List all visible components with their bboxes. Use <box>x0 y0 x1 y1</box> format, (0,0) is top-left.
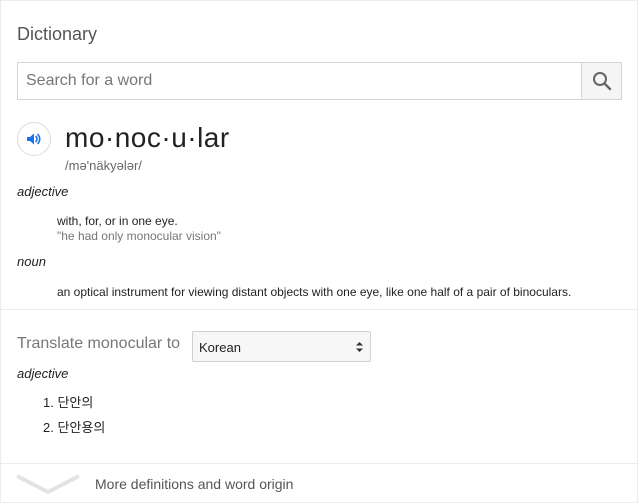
more-definitions-button[interactable]: More definitions and word origin <box>1 464 638 504</box>
language-select-value: Korean <box>199 340 241 355</box>
part-of-speech-noun: noun <box>17 254 46 269</box>
headword: mo·noc·u·lar <box>65 122 230 153</box>
phonetic-spelling: /mə'näkyələr/ <box>65 158 142 173</box>
search-button[interactable] <box>581 63 621 99</box>
more-definitions-label: More definitions and word origin <box>95 476 294 492</box>
search-input[interactable] <box>18 63 582 99</box>
search-icon <box>592 72 611 91</box>
translation-part-of-speech: adjective <box>17 366 69 381</box>
example-sentence: "he had only monocular vision" <box>57 229 221 243</box>
definition-adjective: with, for, or in one eye. <box>57 214 178 228</box>
translate-label: Translate monocular to <box>17 335 181 352</box>
section-divider <box>1 309 638 310</box>
part-of-speech-adjective: adjective <box>17 184 69 199</box>
speaker-icon <box>27 133 41 145</box>
language-select[interactable]: Korean <box>192 331 371 362</box>
panel-title: Dictionary <box>17 24 98 44</box>
definition-noun: an optical instrument for viewing distan… <box>57 285 572 299</box>
chevron-down-icon <box>16 474 80 494</box>
translation-item: 1. 단안의 <box>43 395 94 410</box>
dictionary-card: Dictionary mo·noc·u·lar /mə'näkyələr/ ad… <box>0 0 638 503</box>
search-box <box>17 62 622 100</box>
pronunciation-button[interactable] <box>17 122 51 156</box>
translation-item: 2. 단안용의 <box>43 420 106 435</box>
select-arrows-icon <box>355 340 364 357</box>
